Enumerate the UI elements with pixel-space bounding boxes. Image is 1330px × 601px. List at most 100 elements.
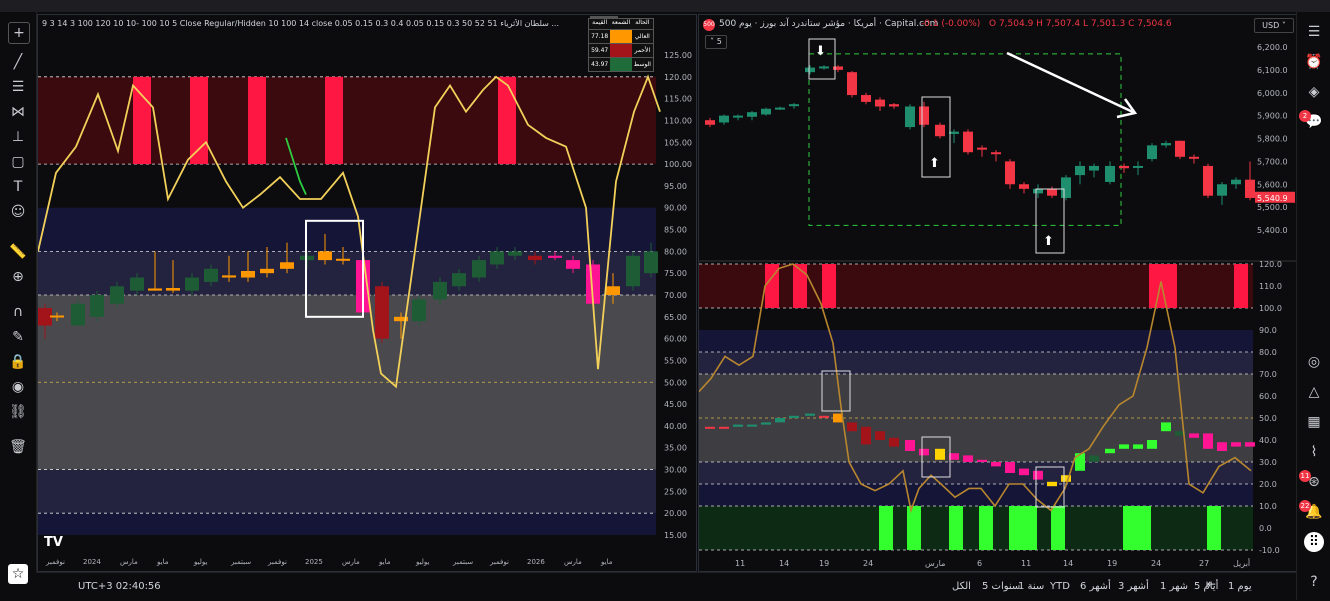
currency-selector[interactable]: USD ˅	[1254, 18, 1294, 33]
eye-icon[interactable]: ◉	[8, 377, 28, 397]
timeframe-button[interactable]: سنة 1	[1018, 581, 1044, 592]
price-candle-body	[847, 72, 857, 96]
trend-line-icon[interactable]: ╱	[8, 52, 28, 72]
layers-icon[interactable]: ◈	[1304, 82, 1324, 102]
x-axis-tick: نوفمبر	[489, 558, 509, 566]
oversold-signal-bar	[979, 506, 993, 550]
x-axis-tick: 2026	[527, 558, 545, 566]
price-candle-body	[905, 106, 915, 128]
notification-badge: 11	[1299, 470, 1311, 482]
ruler-icon[interactable]: 📏	[8, 242, 28, 262]
prediction-icon[interactable]: ⊥	[8, 127, 28, 147]
pattern-icon[interactable]: ⋈	[8, 102, 28, 122]
shape-icon[interactable]: ▢	[8, 152, 28, 172]
apps-grid-icon[interactable]: ⠿	[1304, 532, 1324, 552]
timeframe-button[interactable]: يوم 1	[1228, 581, 1252, 592]
fib-retracement-icon[interactable]: ☰	[8, 77, 28, 97]
x-axis-tick: 14	[1063, 559, 1073, 568]
x-axis-tick: مارس	[925, 559, 945, 568]
favorite-star-icon[interactable]: ☆	[8, 564, 28, 584]
ohlc-values: O 7,504.9 H 7,507.4 L 7,501.3 C 7,504.6	[989, 19, 1172, 29]
candle-body	[412, 299, 426, 322]
price-candle-body	[733, 115, 743, 118]
x-axis-tick: 11	[735, 559, 745, 568]
y-axis-tick: 35.00	[664, 444, 687, 453]
legend-label: الوسط	[633, 61, 651, 68]
price-axis-tick: 5,600.0	[1257, 180, 1288, 189]
candle-body	[130, 277, 144, 291]
timeframe-button[interactable]: سنوات 5	[982, 581, 1020, 592]
osc-axis-tick: 50.0	[1259, 414, 1277, 423]
help-icon[interactable]: ?	[1304, 572, 1324, 592]
x-axis-tick: نوفمبر	[267, 558, 287, 566]
crosshair-icon[interactable]: +	[8, 22, 30, 44]
price-candle-body	[919, 106, 929, 125]
candle-body	[110, 286, 124, 304]
oscillator-candle	[1147, 440, 1157, 449]
oscillator-candle	[805, 413, 815, 416]
emoji-icon[interactable]: ☺	[8, 202, 28, 222]
low-band-zone	[699, 462, 1253, 484]
price-candle-body	[861, 95, 871, 102]
zoom-icon[interactable]: ⊕	[8, 267, 28, 287]
pine-editor-icon[interactable]: ⌇	[1304, 442, 1324, 462]
osc-axis-tick: 20.0	[1259, 480, 1277, 489]
text-icon[interactable]: T	[8, 177, 28, 197]
oscillator-candle	[1105, 448, 1115, 454]
left-indicator-pane[interactable]: 9 3 14 3 100 120 10 10- 100 10 5 Close R…	[37, 14, 697, 572]
target-icon[interactable]: ◎	[1304, 352, 1324, 372]
lock-icon[interactable]: 🔒	[8, 352, 28, 372]
candle-body	[508, 251, 522, 256]
oscillator-candle	[1005, 462, 1015, 473]
link-icon[interactable]: ⛓	[8, 402, 28, 422]
oscillator-candle	[747, 424, 757, 427]
magnet-icon[interactable]: ∩	[8, 302, 28, 322]
price-candle-body	[977, 147, 987, 150]
oscillator-candle	[789, 415, 799, 418]
trash-icon[interactable]: 🗑	[8, 437, 28, 457]
timeframe-button[interactable]: أشهر 6	[1080, 581, 1111, 592]
price-candle-body	[1161, 143, 1171, 146]
oscillator-candle	[1089, 455, 1099, 462]
x-axis-tick: يوليو	[193, 558, 207, 566]
price-candle-body	[1189, 156, 1199, 159]
left-chart-canvas[interactable]: 125.00 120.00 115.00 110.00 105.00 100.00 95.0…	[38, 15, 696, 571]
indicators-toggle[interactable]: ˅ 5	[705, 35, 727, 49]
watchlist-icon[interactable]: ☰	[1304, 22, 1324, 42]
oversold-signal-bar	[949, 506, 963, 550]
ideas-icon[interactable]: △	[1304, 382, 1324, 402]
alerts-clock-icon[interactable]: ⏰	[1304, 52, 1324, 72]
legend-value: 59.47	[591, 47, 609, 54]
overbought-signal-bar	[822, 264, 836, 308]
timeframe-button[interactable]: أشهر 3	[1118, 581, 1149, 592]
price-candle-body	[805, 67, 815, 73]
overbought-signal-bar	[793, 264, 807, 308]
candle-body	[241, 271, 255, 278]
buy-arrow-icon: ⬆	[1043, 234, 1054, 249]
y-axis-tick: 25.00	[664, 487, 687, 496]
price-candle-body	[991, 152, 1001, 155]
right-chart-pane[interactable]: ⬇ ⬆ ⬆ 6,200.0 6,100.0 6,000.0 5,900.0 5,800.0 5,…	[698, 14, 1297, 572]
right-chart-canvas[interactable]: ⬇ ⬆ ⬆ 6,200.0 6,100.0 6,000.0 5,900.0 5,800.0 5,…	[699, 15, 1296, 571]
timezone-clock[interactable]: UTC+3 02:40:56	[78, 581, 161, 592]
timeframe-button[interactable]: الكل	[952, 581, 971, 592]
legend-swatch	[610, 44, 632, 57]
overbought-signal-bar	[248, 76, 266, 165]
oversold-signal-bar	[1009, 506, 1023, 550]
timeframe-button[interactable]: شهر 1	[1160, 581, 1188, 592]
date-range-icon[interactable]: ⇤	[1206, 577, 1216, 591]
oscillator-candle	[919, 448, 929, 456]
symbol-title[interactable]: 500 أمريكا · مؤشر ستاندرد آند بورز · يوم…	[719, 19, 938, 29]
oscillator-candle	[719, 426, 729, 429]
candle-body	[606, 286, 620, 295]
tradingview-logo[interactable]: TV	[44, 535, 63, 550]
oscillator-candle	[1133, 444, 1143, 449]
calendar-icon[interactable]: ▦	[1304, 412, 1324, 432]
candle-body	[50, 315, 64, 318]
price-axis-tick: 6,000.0	[1257, 89, 1288, 98]
overbought-signal-bar	[498, 76, 516, 165]
legend-header-candle: الشمعة	[611, 19, 631, 26]
x-axis-tick: 2024	[83, 558, 101, 566]
brush-lock-icon[interactable]: ✎	[8, 327, 28, 347]
timeframe-button[interactable]: YTD	[1050, 581, 1070, 592]
